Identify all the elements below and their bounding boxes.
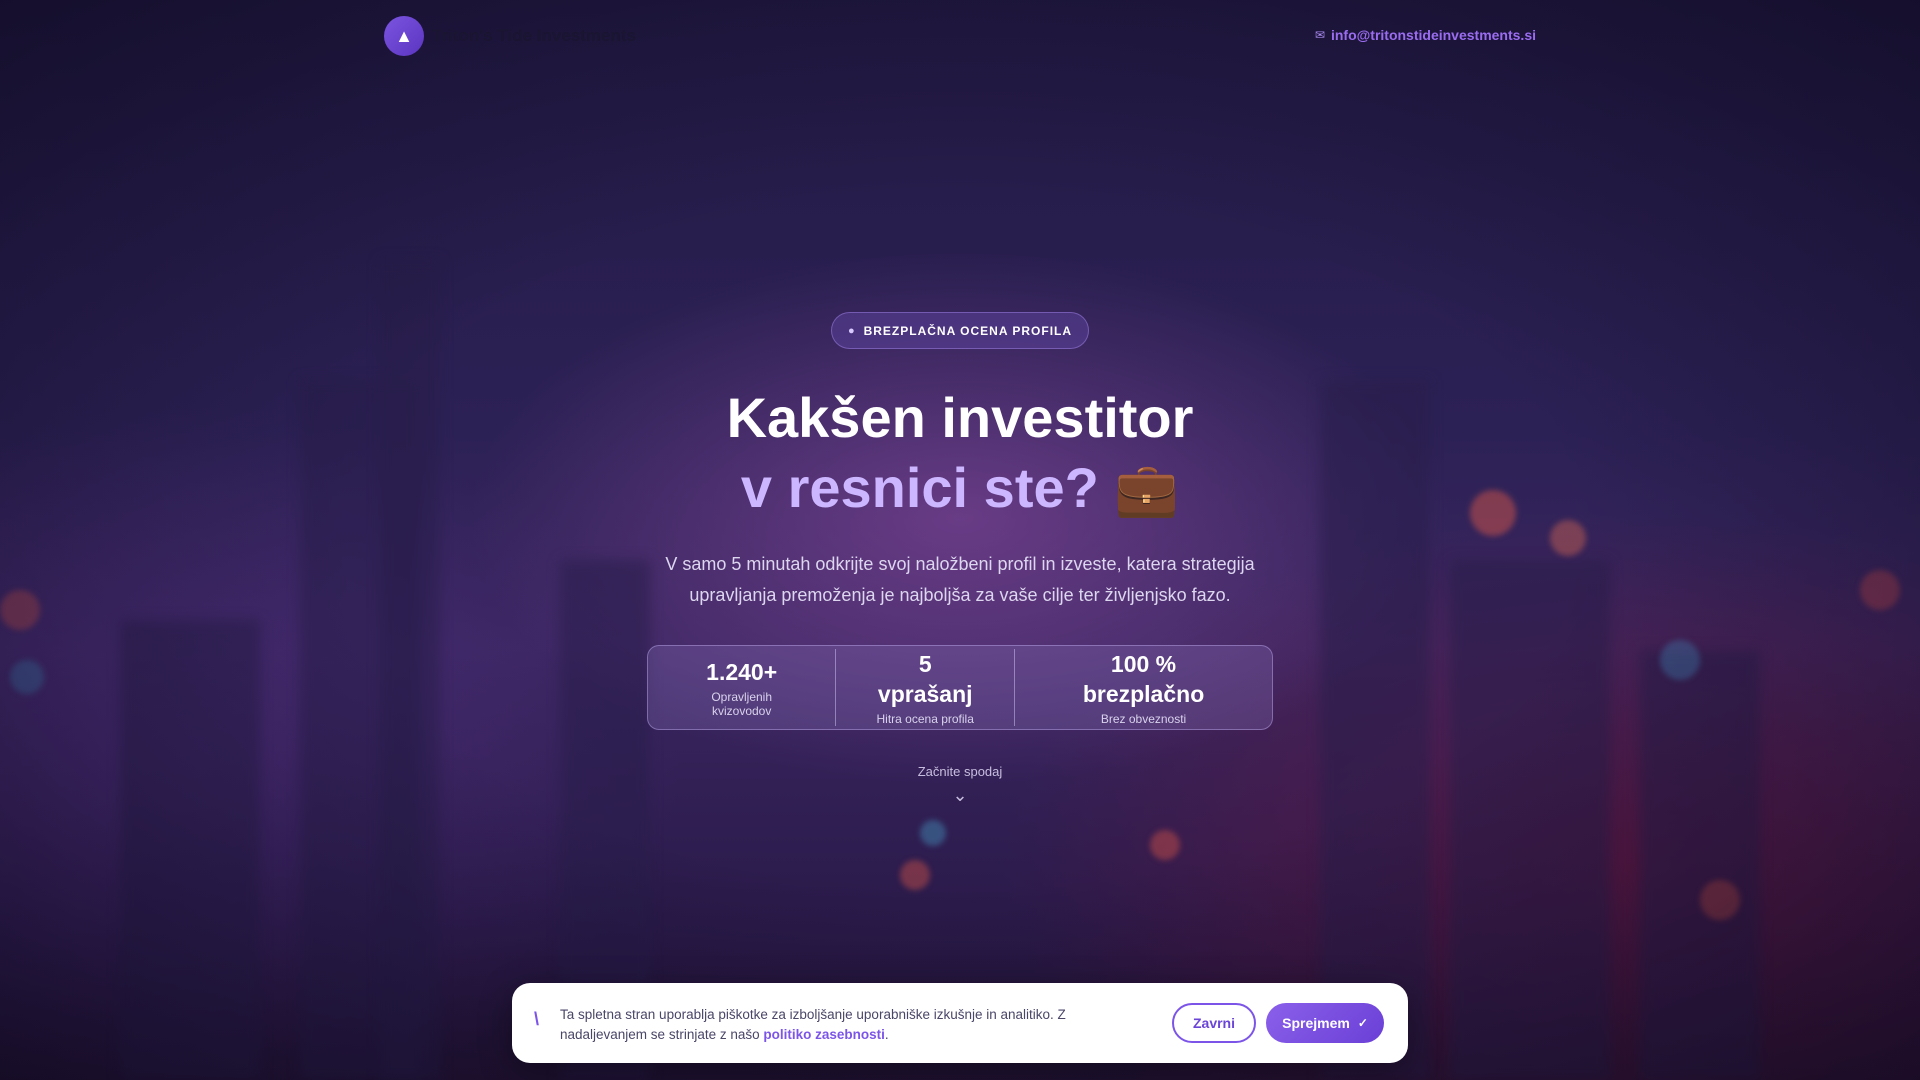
hero-title-line1: Kakšen investitor — [726, 386, 1194, 449]
brand-logo[interactable]: ▲ Triton's Tide Investments — [384, 16, 636, 56]
stat-label: Brez obveznosti — [1100, 712, 1187, 726]
briefcase-icon: 💼 — [1114, 461, 1180, 519]
stat-label: Hitra ocena profila — [876, 712, 974, 726]
contact-email-link[interactable]: info@tritonstideinvestments.si — [1331, 27, 1536, 43]
hero-subtitle: V samo 5 minutah odkrijte svoj naložbeni… — [665, 554, 1255, 605]
hero-section: ● BREZPLAČNA OCENA PROFILA Kakšen invest… — [0, 312, 1920, 806]
chevron-down-icon[interactable]: ⌄ — [952, 785, 967, 806]
stat-item: 100 % brezplačno Brez obveznosti — [1014, 649, 1272, 726]
hero-title: Kakšen investitor v resnici ste? 💼 — [0, 383, 1920, 525]
stat-item: 1.240+ Opravljenih kvizovodov — [648, 657, 835, 718]
chart-icon: ▲ — [384, 16, 424, 56]
stat-item: 5 vprašanj Hitra ocena profila — [835, 649, 1014, 726]
scroll-hint: Začnite spodaj — [917, 764, 1003, 779]
stat-value: 1.240+ — [706, 659, 778, 685]
check-icon: ✓ — [1357, 1016, 1368, 1030]
privacy-policy-link[interactable]: politiko zasebnosti — [763, 1027, 885, 1042]
stat-value: 5 vprašanj — [877, 651, 973, 707]
stats-panel: 1.240+ Opravljenih kvizovodov 5 vprašanj… — [647, 645, 1273, 730]
cookie-icon: \ — [534, 1009, 540, 1029]
stat-label: Opravljenih kvizovodov — [711, 690, 773, 718]
site-header: ▲ Triton's Tide Investments ✉ info@trito… — [384, 16, 1536, 56]
header-contact: ✉ info@tritonstideinvestments.si — [1315, 27, 1536, 43]
cookie-suffix: . — [884, 1027, 889, 1042]
brand-name: Triton's Tide Investments — [432, 26, 636, 45]
accept-label: Sprejmem — [1282, 1015, 1350, 1031]
mail-icon: ✉ — [1314, 28, 1325, 42]
stat-value: 100 % brezplačno — [1082, 651, 1205, 707]
decline-cookies-button[interactable]: Zavrni — [1172, 1003, 1256, 1043]
clock-icon: ● — [847, 324, 856, 337]
cookie-banner: \ Ta spletna stran uporablja piškotke za… — [512, 983, 1408, 1063]
cookie-text: Ta spletna stran uporablja piškotke za i… — [560, 1005, 1100, 1045]
badge-label: BREZPLAČNA OCENA PROFILA — [863, 323, 1073, 338]
free-assessment-badge: ● BREZPLAČNA OCENA PROFILA — [830, 312, 1090, 349]
accept-cookies-button[interactable]: Sprejmem ✓ — [1266, 1003, 1384, 1043]
hero-title-line2: v resnici ste? — [740, 456, 1099, 519]
